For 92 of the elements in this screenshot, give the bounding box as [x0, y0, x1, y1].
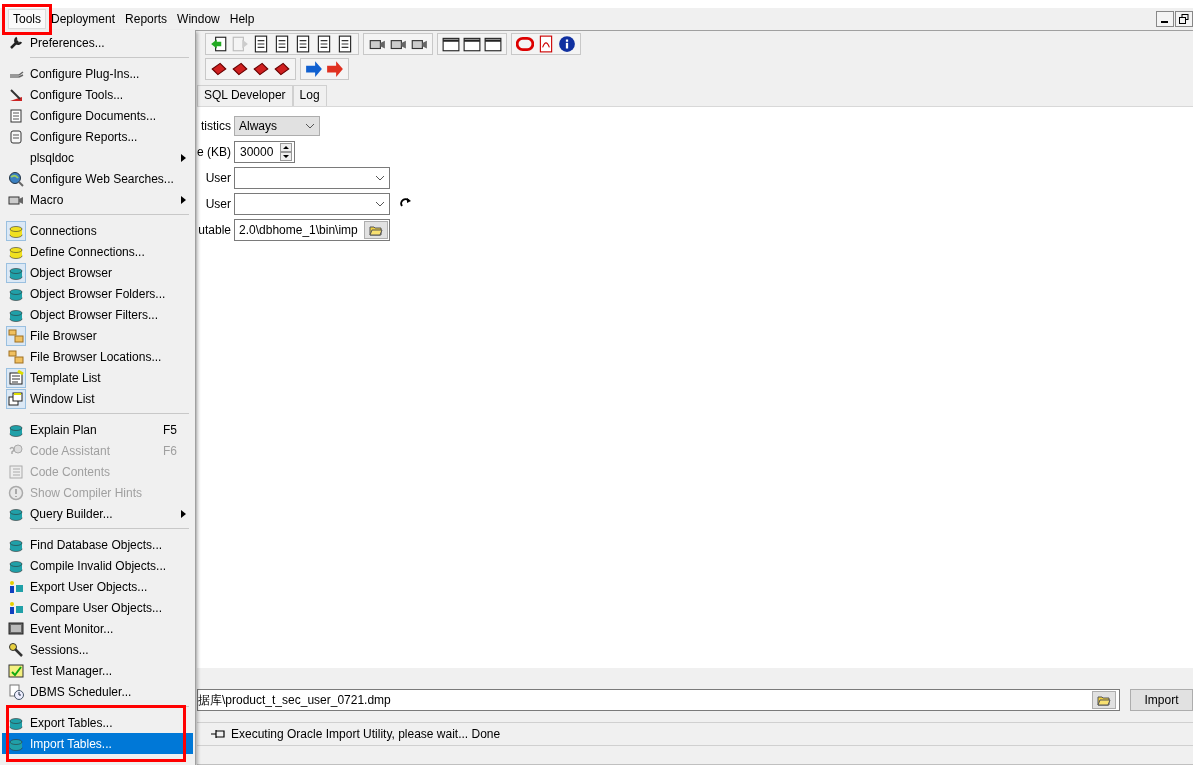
warning-icon	[8, 484, 24, 501]
info-icon[interactable]	[558, 34, 576, 53]
globe-icon	[8, 170, 24, 187]
menu-item[interactable]: Find Database Objects...	[2, 534, 193, 555]
field-label: User	[205, 197, 231, 211]
list-icon	[8, 463, 24, 480]
pdf-icon[interactable]	[537, 34, 555, 53]
document-icon[interactable]	[252, 34, 270, 53]
import-icon[interactable]	[210, 34, 228, 53]
tools-icon	[8, 86, 24, 103]
folder-icon	[1097, 694, 1111, 706]
menu-item[interactable]: Configure Reports...	[2, 126, 193, 147]
restore-icon	[1179, 14, 1189, 24]
field-label: tistics	[201, 119, 231, 133]
checklist-icon	[8, 662, 24, 679]
menu-item[interactable]: Explain Plan F5	[2, 419, 193, 440]
document-icon[interactable]	[315, 34, 333, 53]
document-icon[interactable]	[294, 34, 312, 53]
file-path-field[interactable]: 据库\product_t_sec_user_0721.dmp	[197, 689, 1120, 711]
menu-item[interactable]: Object Browser	[2, 262, 193, 283]
arrow-right-icon[interactable]	[326, 59, 344, 78]
minimize-button[interactable]	[1156, 11, 1174, 27]
status-message: Executing Oracle Import Utility, please wait... Done	[231, 727, 501, 741]
tab[interactable]: SQL Developer	[197, 85, 293, 106]
windows-icon	[8, 390, 24, 407]
field-label: User	[205, 171, 231, 185]
field-label: utable	[198, 223, 231, 237]
person-icon	[8, 599, 24, 616]
menu-title[interactable]: Deployment	[46, 9, 121, 29]
import-button[interactable]: Import	[1130, 689, 1193, 711]
document-icon[interactable]	[336, 34, 354, 53]
menu-title[interactable]: Tools	[8, 9, 46, 29]
menu-item[interactable]: DBMS Scheduler...	[2, 681, 193, 702]
menu-item[interactable]: Export Tables...	[2, 712, 193, 733]
document-icon	[8, 107, 24, 124]
menu-item[interactable]: Template List	[2, 367, 193, 388]
menu-item[interactable]: File Browser	[2, 325, 193, 346]
wrench-icon	[8, 34, 24, 51]
pin-icon	[211, 729, 225, 739]
number-field[interactable]: 30000	[234, 141, 295, 163]
combo-field[interactable]	[234, 193, 390, 215]
submenu-arrow-icon	[181, 509, 186, 518]
spinner-arrows-icon[interactable]	[280, 143, 292, 161]
folder-icon	[8, 348, 24, 365]
person-icon	[8, 578, 24, 595]
submenu-arrow-icon	[181, 153, 186, 162]
menu-item[interactable]: Configure Web Searches...	[2, 168, 193, 189]
menu-item[interactable]: Import Tables...	[2, 733, 193, 754]
menu-item[interactable]: Compile Invalid Objects...	[2, 555, 193, 576]
menu-item[interactable]: plsqldoc	[2, 147, 193, 168]
menu-item[interactable]: Window List	[2, 388, 193, 409]
select-field[interactable]: Always	[234, 116, 320, 136]
menu-item[interactable]: Configure Plug-Ins...	[2, 63, 193, 84]
arrow-right-icon[interactable]	[305, 59, 323, 78]
menu-item[interactable]: File Browser Locations...	[2, 346, 193, 367]
menu-title[interactable]: Reports	[120, 9, 173, 29]
dropdown-chevron-icon	[375, 175, 385, 181]
browse-button[interactable]	[364, 221, 388, 239]
menu-item[interactable]: Export User Objects...	[2, 576, 193, 597]
scroll-icon	[8, 128, 24, 145]
menu-item[interactable]: Test Manager...	[2, 660, 193, 681]
folder-icon	[369, 224, 383, 236]
menu-item[interactable]: Sessions...	[2, 639, 193, 660]
monitor-icon	[8, 620, 24, 637]
tab[interactable]: Log	[292, 85, 327, 106]
list-icon	[8, 369, 24, 386]
ring-icon[interactable]	[516, 34, 534, 53]
menu-item[interactable]: Object Browser Filters...	[2, 304, 193, 325]
menu-item[interactable]: Configure Tools...	[2, 84, 193, 105]
browse-button[interactable]	[1092, 691, 1116, 709]
clock-icon	[8, 683, 24, 700]
menu-item[interactable]: Query Builder...	[2, 503, 193, 524]
document-icon[interactable]	[273, 34, 291, 53]
menu-item[interactable]: Macro	[2, 189, 193, 210]
menu-item[interactable]: Configure Documents...	[2, 105, 193, 126]
highlight-frame	[2, 4, 52, 35]
path-field[interactable]: 2.0\dbhome_1\bin\imp	[234, 219, 390, 241]
combo-field[interactable]	[234, 167, 390, 189]
menu-item[interactable]: Object Browser Folders...	[2, 283, 193, 304]
folder-icon	[8, 327, 24, 344]
menu-item[interactable]: Preferences...	[2, 32, 193, 53]
menu-item[interactable]: Define Connections...	[2, 241, 193, 262]
dropdown-chevron-icon	[375, 201, 385, 207]
menu-title[interactable]: Help	[224, 9, 260, 29]
dropdown-chevron-icon	[305, 123, 315, 129]
menu-item[interactable]: Connections	[2, 220, 193, 241]
menu-item[interactable]: Compare User Objects...	[2, 597, 193, 618]
menu-item[interactable]: Event Monitor...	[2, 618, 193, 639]
field-label: e (KB)	[197, 145, 231, 159]
menu-title[interactable]: Window	[172, 9, 225, 29]
submenu-arrow-icon	[181, 195, 186, 204]
restore-button[interactable]	[1175, 11, 1193, 27]
